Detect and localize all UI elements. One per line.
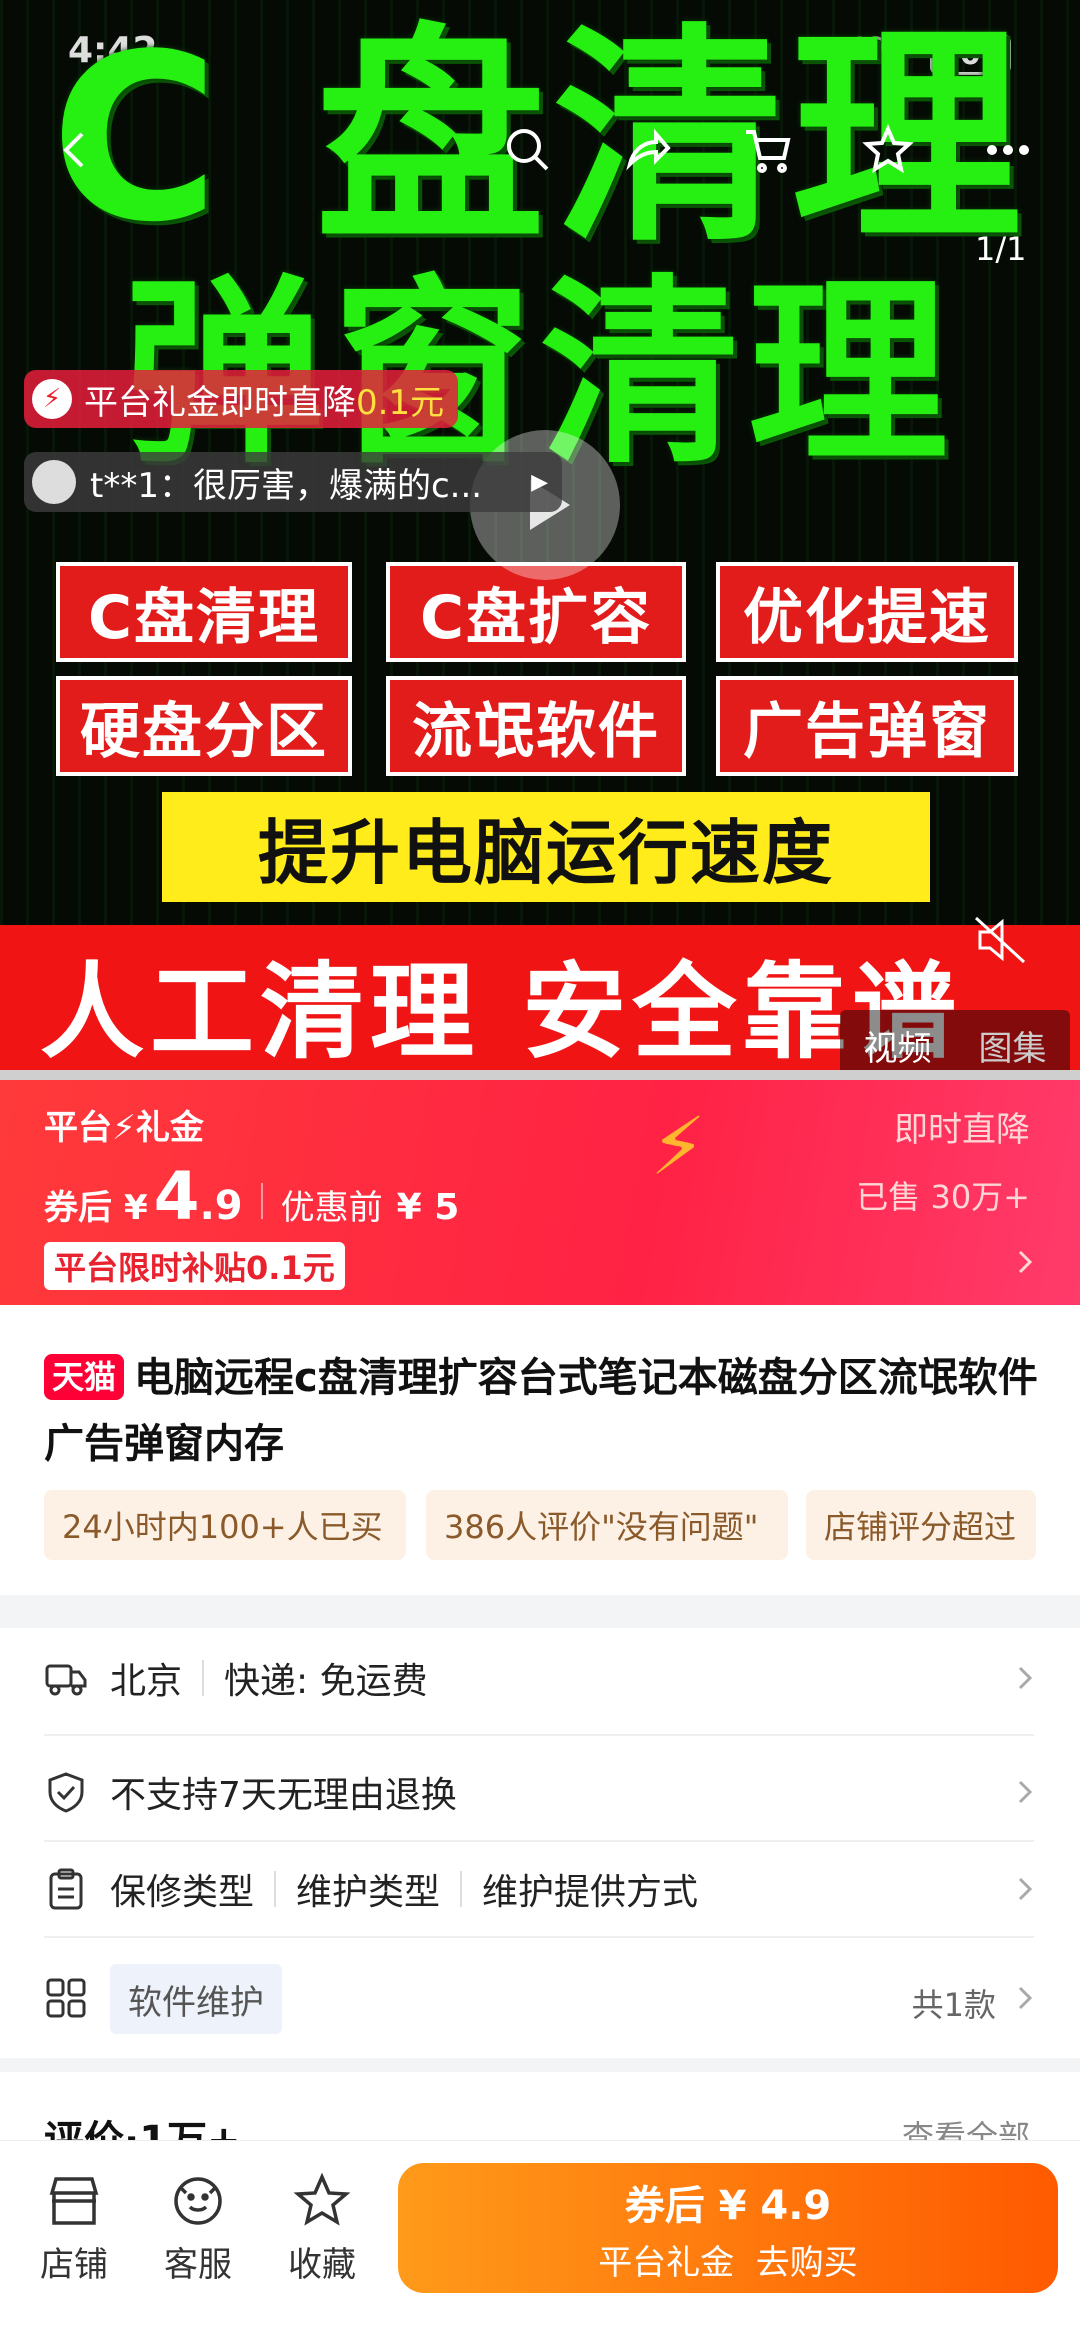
share-icon bbox=[626, 128, 671, 171]
product-info-section: 北京 快递: 免运费 不支持7天无理由退换 保修类型 维护类型 维护提供方式 软件维护… bbox=[0, 1628, 1080, 2058]
shipping-method: 快递: 免运费 bbox=[224, 1661, 428, 1702]
shipping-row[interactable]: 北京 快递: 免运费 bbox=[0, 1630, 1080, 1726]
star-icon bbox=[293, 2172, 351, 2226]
search-icon bbox=[507, 129, 549, 171]
search-button[interactable] bbox=[496, 118, 560, 182]
warranty-type: 保修类型 bbox=[110, 1872, 255, 1913]
hero-yellow-banner: 提升电脑运行速度 bbox=[162, 792, 930, 902]
star-icon bbox=[862, 124, 914, 174]
shipping-location: 北京 bbox=[110, 1661, 183, 1702]
favorite-button-top[interactable] bbox=[856, 118, 920, 182]
truck-icon bbox=[44, 1656, 88, 1700]
image-counter: 1/1 bbox=[975, 230, 1027, 268]
product-chip: 24小时内100+人已买 bbox=[44, 1490, 406, 1560]
promo-pill: ⚡ 平台礼金即时直降 0.1元 bbox=[24, 370, 459, 428]
more-icon bbox=[987, 145, 1029, 155]
chevron-right-icon[interactable] bbox=[1012, 1248, 1040, 1276]
mute-button[interactable] bbox=[970, 910, 1030, 970]
before-price: ¥ 5 bbox=[396, 1187, 460, 1228]
sold-count: 已售 30万+ bbox=[856, 1178, 1030, 1216]
chevron-right-icon bbox=[1012, 1778, 1040, 1806]
favorite-label: 收藏 bbox=[288, 2245, 356, 2285]
buy-button-price: 券后 ¥ 4.9 bbox=[624, 2182, 832, 2229]
lightning-icon: ⚡ bbox=[650, 1100, 707, 1193]
back-button[interactable] bbox=[44, 118, 108, 182]
price-banner: 平台⚡礼金 ⚡ 即时直降 券后 ¥ 4 .9 优惠前 ¥ 5 已售 30万+ 平… bbox=[0, 1080, 1080, 1305]
back-icon bbox=[63, 132, 84, 168]
store-icon bbox=[49, 2177, 99, 2225]
promo-pill-amount: 0.1元 bbox=[356, 382, 445, 423]
favorite-button[interactable]: 收藏 bbox=[272, 2171, 372, 2286]
platform-gift-label: 平台⚡礼金 bbox=[44, 1108, 204, 1148]
buy-button-subtitle: 平台礼金 去购买 bbox=[598, 2242, 858, 2283]
returns-row[interactable]: 不支持7天无理由退换 bbox=[0, 1744, 1080, 1840]
store-button[interactable]: 店铺 bbox=[24, 2171, 124, 2286]
hero-tag: 广告弹窗 bbox=[716, 676, 1018, 776]
avatar bbox=[32, 460, 76, 504]
subsidy-badge: 平台限时补贴0.1元 bbox=[44, 1242, 345, 1290]
bottom-action-bar: 店铺 客服 收藏 券后 ¥ 4.9 平台礼金 去购买 bbox=[0, 2140, 1080, 2335]
chevron-right-icon bbox=[1012, 1984, 1040, 2012]
tab-gallery[interactable]: 图集 bbox=[979, 1021, 1047, 1070]
comment-text: t**1：很厉害，爆满的c... bbox=[90, 465, 483, 506]
price-integer: 4 bbox=[153, 1158, 200, 1235]
returns-text: 不支持7天无理由退换 bbox=[110, 1775, 457, 1816]
warranty-row[interactable]: 保修类型 维护类型 维护提供方式 bbox=[0, 1841, 1080, 1937]
service-label: 客服 bbox=[164, 2245, 232, 2285]
sku-row[interactable]: 软件维护 共1款 bbox=[0, 1950, 1080, 2046]
more-button[interactable] bbox=[976, 118, 1040, 182]
tmall-badge: 天猫 bbox=[44, 1354, 125, 1400]
buy-button[interactable]: 券后 ¥ 4.9 平台礼金 去购买 bbox=[398, 2163, 1058, 2293]
product-image[interactable]: 4:42 4G 100 C 盘清理 弹窗清理 C盘清理 C盘扩容 优化提速 硬盘… bbox=[0, 0, 1080, 1080]
chevron-right-icon: ▶ bbox=[531, 469, 548, 495]
grid-icon bbox=[44, 1976, 88, 2020]
chevron-right-icon bbox=[1012, 1875, 1040, 1903]
store-label: 店铺 bbox=[40, 2245, 108, 2285]
currency-symbol: ¥ bbox=[124, 1188, 148, 1228]
maintenance-type: 维护类型 bbox=[296, 1872, 441, 1913]
hero-tag: 硬盘分区 bbox=[56, 676, 352, 776]
after-coupon-label: 券后 bbox=[44, 1188, 112, 1228]
comment-pill[interactable]: t**1：很厉害，爆满的c... ▶ bbox=[24, 452, 562, 512]
promo-pill-text: 平台礼金即时直降 bbox=[84, 382, 356, 423]
clipboard-icon bbox=[44, 1867, 88, 1911]
hero-tag: 流氓软件 bbox=[386, 676, 686, 776]
customer-service-icon bbox=[174, 2177, 222, 2225]
hero-tag: C盘清理 bbox=[56, 562, 352, 662]
maintenance-method: 维护提供方式 bbox=[482, 1872, 699, 1913]
hero-tag: 优化提速 bbox=[716, 562, 1018, 662]
shield-check-icon bbox=[44, 1770, 88, 1814]
sku-option[interactable]: 软件维护 bbox=[110, 1964, 282, 2034]
product-title: 天猫 电脑远程c盘清理扩容台式笔记本磁盘分区流氓软件广告弹窗内存 bbox=[44, 1345, 1044, 1477]
video-progress-bar[interactable] bbox=[0, 1070, 1080, 1080]
mute-icon bbox=[974, 916, 1026, 964]
product-chip: 386人评价"没有问题" bbox=[426, 1490, 788, 1560]
instant-drop-label: 即时直降 bbox=[894, 1110, 1030, 1150]
price-decimal: .9 bbox=[199, 1183, 243, 1229]
tab-video[interactable]: 视频 bbox=[864, 1021, 932, 1070]
before-price-label: 优惠前 bbox=[280, 1188, 383, 1228]
service-button[interactable]: 客服 bbox=[148, 2171, 248, 2286]
cart-button[interactable] bbox=[736, 118, 800, 182]
price-row: 券后 ¥ 4 .9 优惠前 ¥ 5 bbox=[44, 1158, 459, 1235]
chevron-right-icon bbox=[1012, 1664, 1040, 1692]
product-chip: 店铺评分超过 bbox=[806, 1490, 1036, 1560]
sku-count: 共1款 bbox=[911, 1986, 996, 2024]
cart-icon bbox=[746, 130, 791, 173]
lightning-icon: ⚡ bbox=[32, 379, 72, 419]
product-title-text: 电脑远程c盘清理扩容台式笔记本磁盘分区流氓软件广告弹窗内存 bbox=[44, 1355, 1038, 1467]
share-button[interactable] bbox=[616, 118, 680, 182]
